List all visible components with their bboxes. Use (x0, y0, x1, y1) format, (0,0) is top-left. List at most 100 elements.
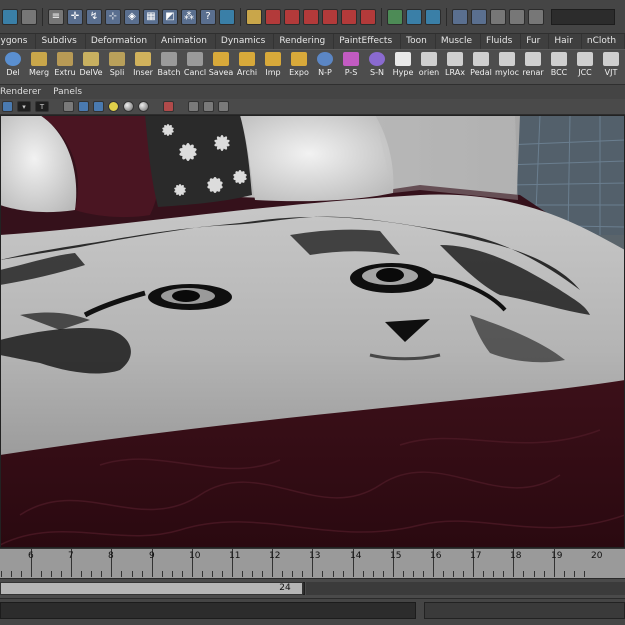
image-plane-icon[interactable]: T (35, 101, 49, 112)
range-handle[interactable] (0, 582, 303, 595)
smooth-shade-icon[interactable] (78, 101, 89, 112)
shelf-button[interactable]: DelVe (78, 50, 104, 84)
snap-surface-icon[interactable]: ◈ (124, 8, 140, 25)
render-settings-icon[interactable] (452, 8, 468, 25)
hypershade-icon[interactable] (471, 8, 487, 25)
separator (446, 7, 447, 26)
ipr-render-icon[interactable] (425, 8, 441, 25)
lasso-icon[interactable] (219, 8, 235, 25)
magnet-point-icon[interactable] (322, 8, 338, 25)
shelf-tab[interactable]: PaintEffects (334, 34, 402, 49)
shelf-button[interactable]: Hype (390, 50, 416, 84)
command-input[interactable] (0, 602, 416, 619)
shelf-button[interactable]: Del (0, 50, 26, 84)
shelf-tab[interactable]: Deformation (86, 34, 157, 49)
shelf-tab[interactable]: Fur (521, 34, 550, 49)
menu-panels[interactable]: Panels (53, 87, 82, 97)
timeline-minor-tick (292, 571, 293, 577)
shelf-button[interactable]: S-N (364, 50, 390, 84)
shelf-button[interactable]: Pedal (468, 50, 494, 84)
shelf-button[interactable]: orien (416, 50, 442, 84)
snap-grid-icon[interactable]: ▦ (143, 8, 159, 25)
help-icon[interactable]: ? (200, 8, 216, 25)
script-icon (473, 52, 489, 66)
magnet-icon[interactable] (265, 8, 281, 25)
shelf-button[interactable]: BCC (546, 50, 572, 84)
shelf-button[interactable]: Spli (104, 50, 130, 84)
magnet-live-icon[interactable] (360, 8, 376, 25)
shelf-button[interactable]: Imp (260, 50, 286, 84)
snap-view-icon[interactable]: ◩ (162, 8, 178, 25)
select-hierarchy-icon[interactable] (21, 8, 37, 25)
camera-icon[interactable] (2, 101, 13, 112)
shelf-button[interactable]: Extru (52, 50, 78, 84)
shelf-tab[interactable]: Muscle (436, 34, 481, 49)
mode-icon[interactable] (2, 8, 18, 25)
shadows-icon[interactable] (138, 101, 149, 112)
construction-history-icon[interactable] (387, 8, 403, 25)
isolate-select-icon[interactable] (163, 101, 174, 112)
axis-icon (447, 52, 463, 66)
script-icon (499, 52, 515, 66)
tool-settings-icon[interactable] (528, 8, 544, 25)
shelf-tab[interactable]: Animation (156, 34, 216, 49)
bookmark-icon[interactable]: ▾ (17, 101, 31, 112)
collapse-icon[interactable]: ≡ (48, 8, 64, 25)
magnet-grid-icon[interactable] (303, 8, 319, 25)
shelf-tab[interactable]: lygons (0, 34, 37, 49)
timeline-minor-tick (282, 571, 283, 577)
sphere-icon (5, 52, 21, 66)
shelf-button[interactable]: VJT (598, 50, 624, 84)
snap-point-icon[interactable]: ⊹ (105, 8, 121, 25)
time-slider[interactable]: 6 7 8 9 10 11 12 13 14 15 16 17 18 19 20 (0, 548, 625, 578)
lock-icon[interactable] (246, 8, 262, 25)
select-component-icon[interactable]: ⁂ (181, 8, 197, 25)
shelf-button[interactable]: Cancl (182, 50, 208, 84)
shelf-button[interactable]: Savea (208, 50, 234, 84)
timeline-minor-tick (202, 571, 203, 577)
xray-joints-icon[interactable] (203, 101, 214, 112)
perspective-viewport[interactable] (0, 115, 625, 548)
shelf-button[interactable]: Merg (26, 50, 52, 84)
magnet-curve-icon[interactable] (284, 8, 300, 25)
channel-box-icon[interactable] (509, 8, 525, 25)
range-end-fields[interactable] (306, 582, 625, 595)
shelf-button[interactable]: renar (520, 50, 546, 84)
command-search-field[interactable] (551, 8, 615, 25)
shelf-tab[interactable]: Hair (549, 34, 582, 49)
shelf-tab[interactable]: Dynamics (216, 34, 275, 49)
shelf-button[interactable]: P-S (338, 50, 364, 84)
timeline-minor-tick (333, 571, 334, 577)
magnet-view-icon[interactable] (341, 8, 357, 25)
default-light-icon[interactable] (108, 101, 119, 112)
shelf-button[interactable]: N-P (312, 50, 338, 84)
timeline-tick-label: 15 (390, 551, 402, 561)
shelf-tab[interactable]: Toon (401, 34, 436, 49)
shelf-button[interactable]: Inser (130, 50, 156, 84)
timeline-minor-tick (523, 571, 524, 577)
xray-icon[interactable] (188, 101, 199, 112)
move-icon[interactable]: ✛ (67, 8, 83, 25)
merge-icon (31, 52, 47, 66)
shelf-tab[interactable]: nCloth (582, 34, 625, 49)
shelf-button[interactable]: LRAx (442, 50, 468, 84)
shelf-button[interactable]: Expo (286, 50, 312, 84)
wireframe-on-shaded-icon[interactable] (93, 101, 104, 112)
shelf-button[interactable]: myloc (494, 50, 520, 84)
wireframe-icon[interactable] (63, 101, 74, 112)
shelf-button[interactable]: Archi (234, 50, 260, 84)
cancel-icon (187, 52, 203, 66)
shelf-tab[interactable]: Subdivs (36, 34, 86, 49)
menu-renderer[interactable]: Renderer (0, 87, 41, 97)
shelf-button[interactable]: JCC (572, 50, 598, 84)
render-frame-icon[interactable] (406, 8, 422, 25)
shelf-tab[interactable]: Fluids (481, 34, 522, 49)
script-icon (421, 52, 437, 66)
shelf-tab[interactable]: Rendering (274, 34, 335, 49)
attribute-editor-icon[interactable] (490, 8, 506, 25)
snap-curve-icon[interactable]: ↯ (86, 8, 102, 25)
share-icon[interactable] (218, 101, 229, 112)
timeline-tick-label: 6 (28, 551, 34, 561)
all-lights-icon[interactable] (123, 101, 134, 112)
shelf-button[interactable]: Batch (156, 50, 182, 84)
